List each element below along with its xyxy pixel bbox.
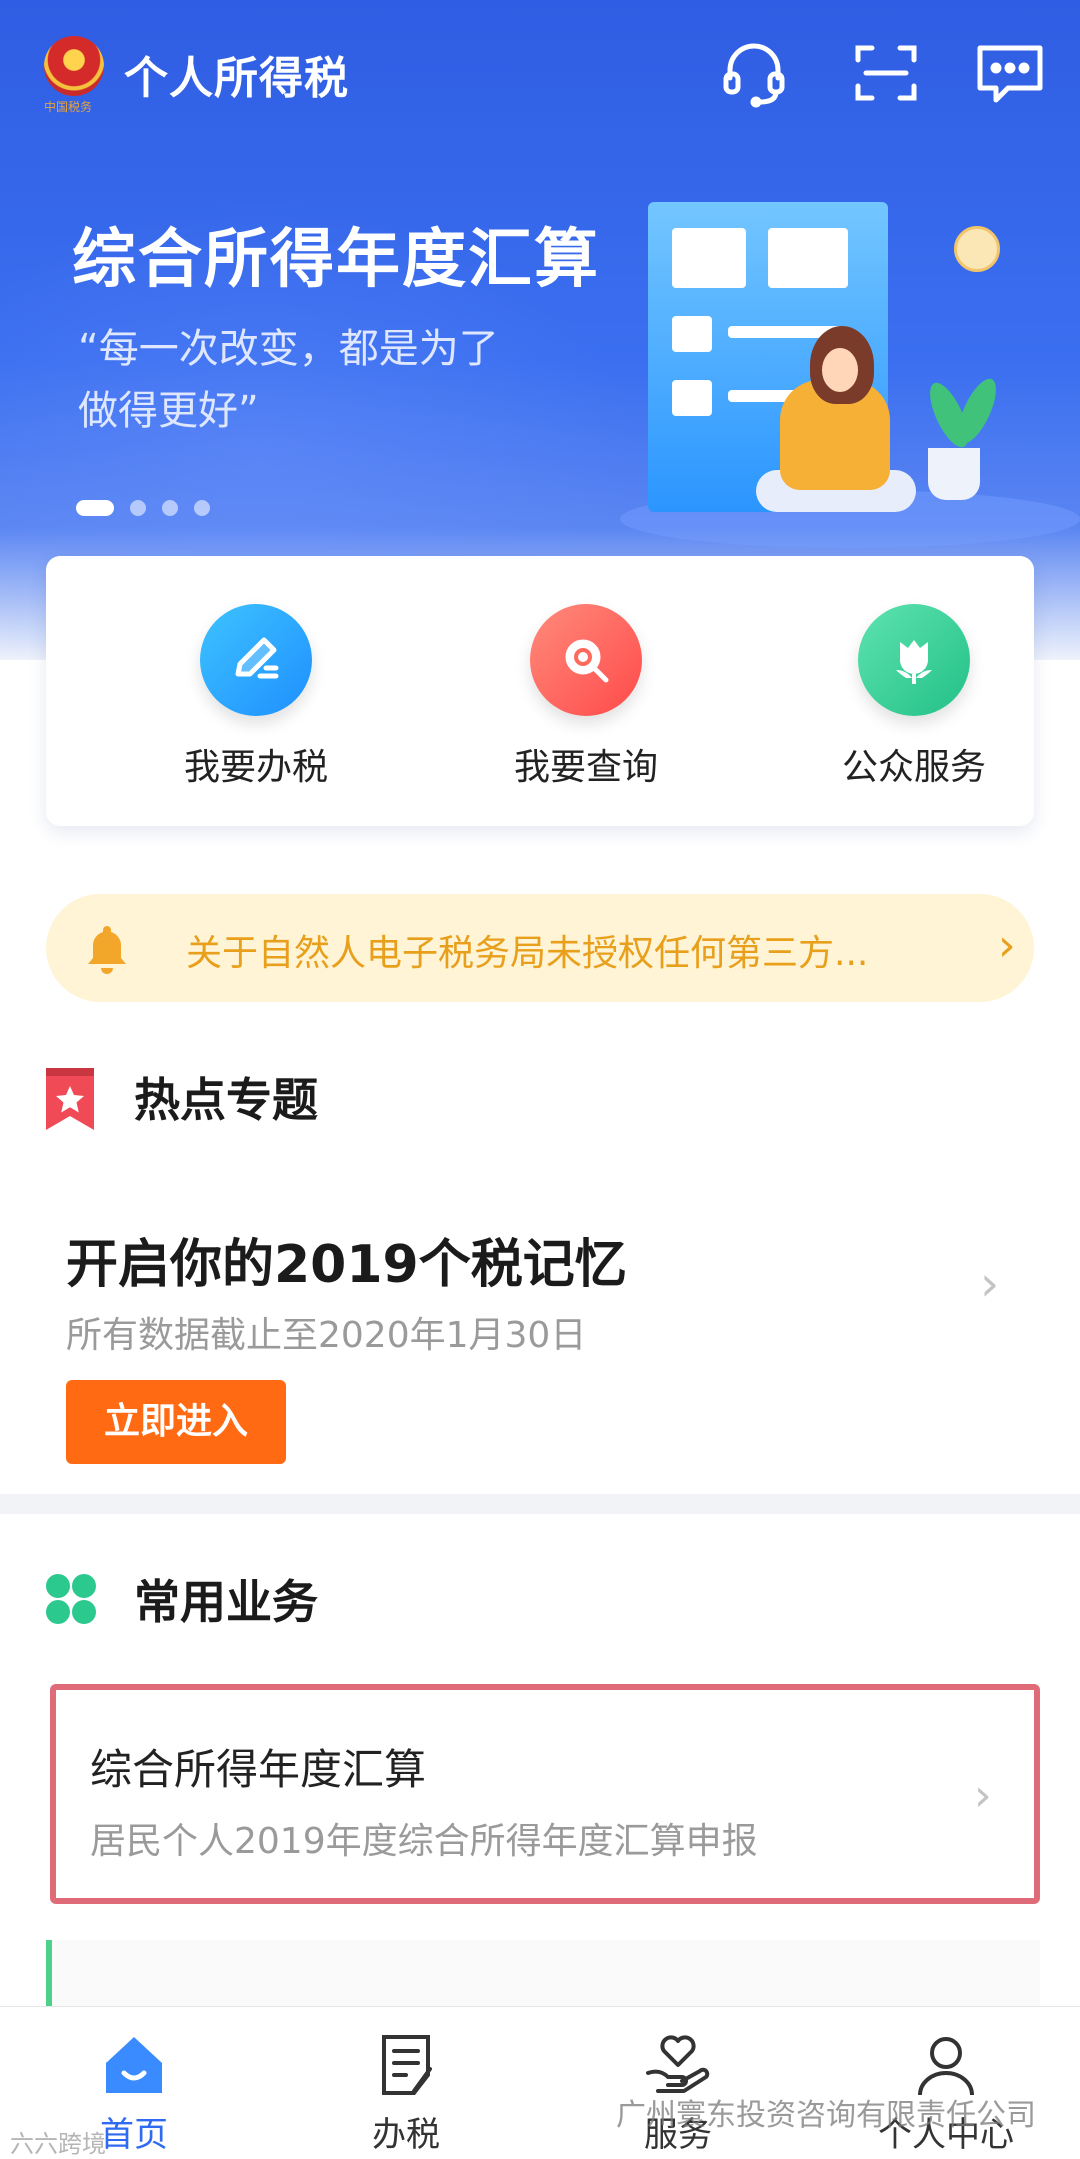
- carousel-dot[interactable]: [76, 500, 114, 516]
- bell-icon: [82, 922, 132, 974]
- carousel-dot[interactable]: [130, 500, 146, 516]
- quick-action-file-tax[interactable]: 我要办税: [126, 604, 386, 790]
- carousel-indicator[interactable]: [76, 500, 210, 516]
- app-title: 个人所得税: [124, 53, 349, 104]
- clover-grid-icon: [44, 1572, 98, 1626]
- section-divider: [0, 1494, 1080, 1514]
- section-title-common-business: 常用业务: [134, 1575, 318, 1629]
- star-bookmark-icon: [44, 1066, 96, 1132]
- clock-icon: [954, 226, 1000, 272]
- chevron-right-icon: ›: [998, 920, 1016, 971]
- business-item-subtitle: 居民个人2019年度综合所得年度汇算申报: [90, 1821, 758, 1862]
- chat-icon[interactable]: [974, 38, 1046, 108]
- home-icon: [106, 2037, 162, 2093]
- carousel-dot[interactable]: [194, 500, 210, 516]
- app-screen: 中国税务 个人所得税 综合所得年度汇算 “每一次改变，都是为了做得更好” 我要办…: [0, 0, 1080, 2159]
- quick-action-query[interactable]: 我要查询: [456, 604, 716, 790]
- watermark-text: 广州寰东投资咨询有限责任公司: [616, 2098, 1036, 2133]
- topic-title[interactable]: 开启你的2019个税记忆: [66, 1222, 627, 1297]
- search-icon: [530, 604, 642, 716]
- business-item-annual-settlement[interactable]: 综合所得年度汇算 居民个人2019年度综合所得年度汇算申报 ›: [50, 1684, 1040, 1904]
- notice-banner[interactable]: 关于自然人电子税务局未授权任何第三方... ›: [46, 894, 1034, 1002]
- document-icon: [382, 2035, 432, 2095]
- topic-subtitle: 所有数据截止至2020年1月30日: [66, 1315, 587, 1356]
- tab-tax[interactable]: 办税: [336, 2029, 476, 2156]
- bottom-tab-bar: 首页 办税 服务 个人中心: [0, 2006, 1080, 2159]
- quick-action-public-service[interactable]: 公众服务: [784, 604, 1044, 790]
- carousel-dot[interactable]: [162, 500, 178, 516]
- banner-illustration: [560, 180, 1080, 550]
- business-item-title: 综合所得年度汇算: [90, 1745, 427, 1794]
- section-title-hot-topics: 热点专题: [134, 1073, 318, 1127]
- edit-icon: [200, 604, 312, 716]
- watermark-text: 六六跨境: [10, 2130, 106, 2158]
- quick-actions-card: 我要办税 我要查询 公众服务: [46, 556, 1034, 826]
- scan-icon[interactable]: [850, 38, 922, 108]
- quick-action-label: 公众服务: [841, 747, 986, 788]
- banner-title: 综合所得年度汇算: [72, 223, 600, 297]
- notice-text: 关于自然人电子税务局未授权任何第三方...: [186, 933, 869, 974]
- headset-icon[interactable]: [718, 38, 790, 108]
- enter-now-button[interactable]: 立即进入: [66, 1380, 286, 1464]
- top-bar: 中国税务 个人所得税: [0, 0, 1080, 150]
- banner-quote: “每一次改变，都是为了做得更好”: [78, 326, 499, 434]
- quick-action-label: 我要查询: [513, 747, 658, 788]
- quick-action-label: 我要办税: [183, 747, 328, 788]
- emblem-caption: 中国税务: [44, 100, 93, 114]
- tax-emblem-logo: [44, 36, 104, 96]
- tulip-icon: [858, 604, 970, 716]
- chevron-right-icon: ›: [974, 1770, 992, 1821]
- chevron-right-icon[interactable]: ›: [980, 1256, 999, 1312]
- tab-label: 办税: [372, 2115, 440, 2155]
